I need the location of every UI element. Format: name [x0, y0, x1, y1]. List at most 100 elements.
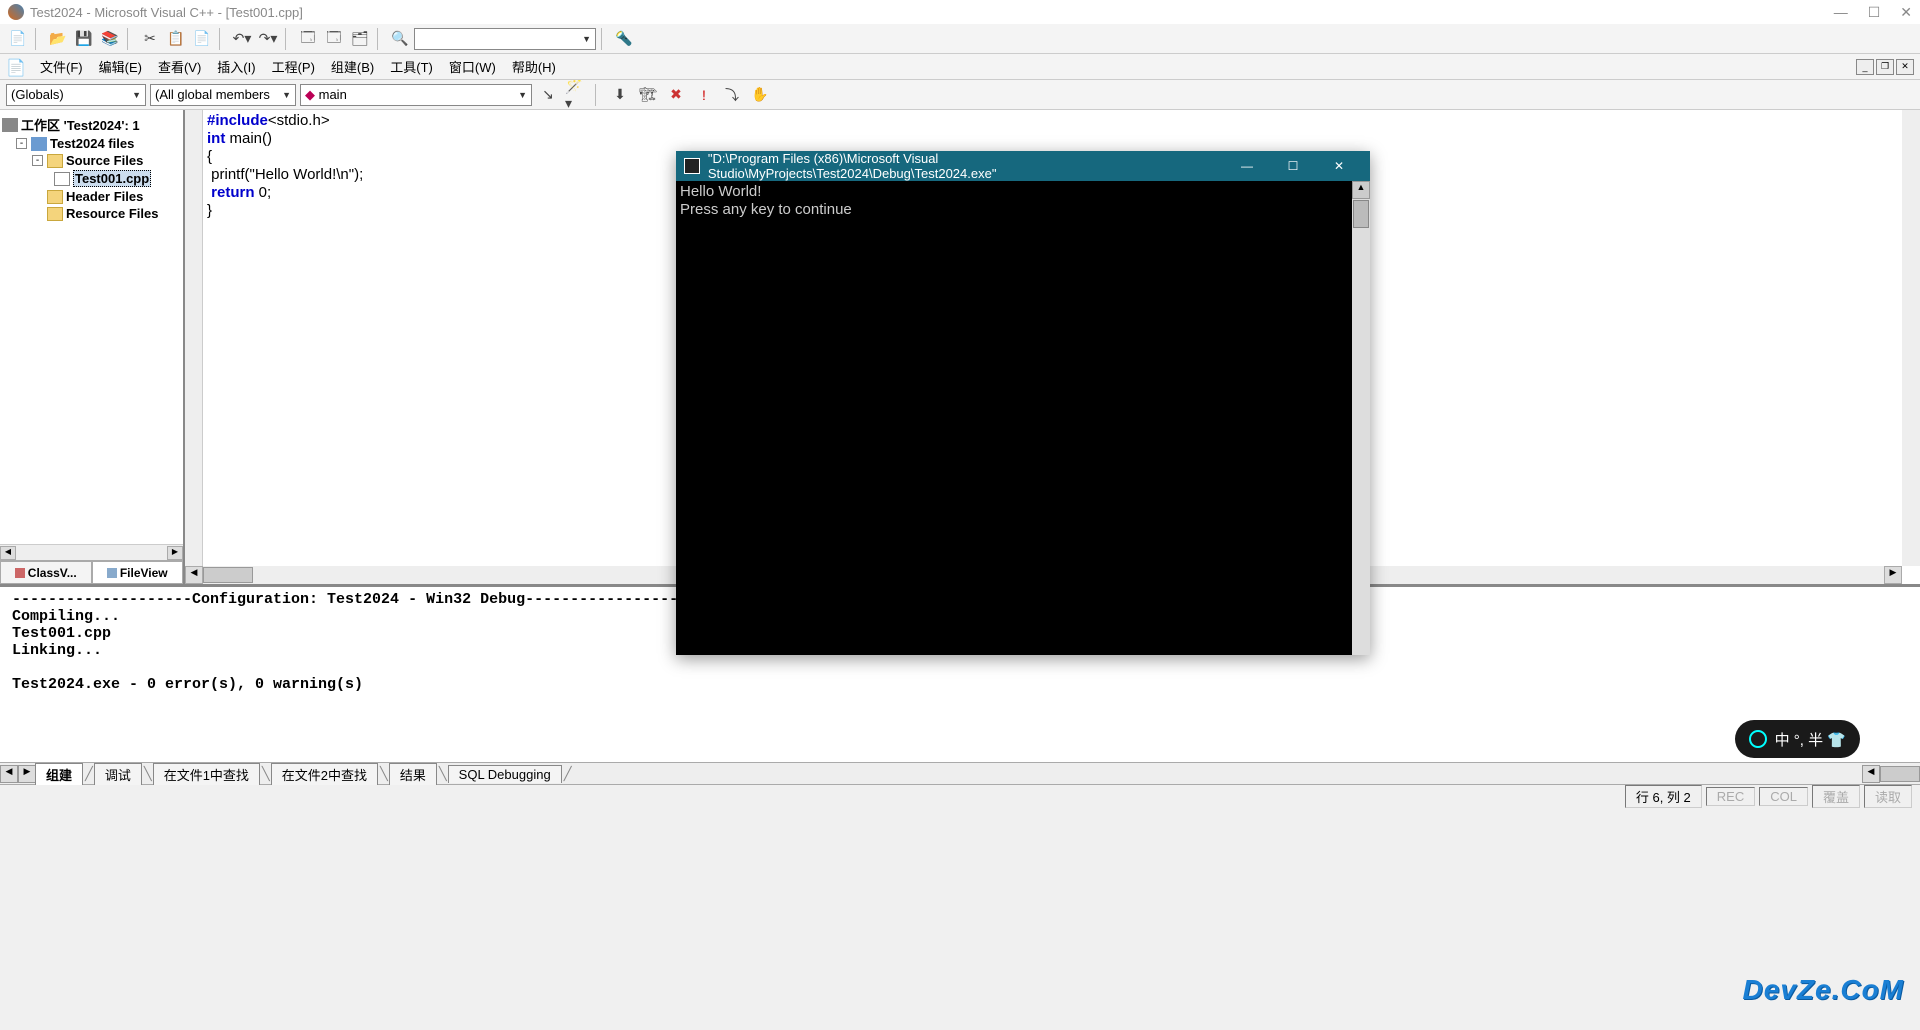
tab-fileview[interactable]: FileView: [92, 561, 184, 584]
menu-file[interactable]: 文件(F): [34, 55, 89, 78]
file-tree[interactable]: 工作区 'Test2024': 1 - Test2024 files - Sou…: [0, 110, 183, 544]
goto-button[interactable]: ↘: [536, 83, 560, 107]
menu-edit[interactable]: 编辑(E): [93, 55, 148, 78]
workspace-button[interactable]: 🗔: [296, 27, 320, 51]
search-button[interactable]: 🔦: [612, 27, 636, 51]
editor-gutter: [185, 110, 203, 566]
scroll-right-button[interactable]: ▶: [167, 546, 183, 560]
scroll-left-button[interactable]: ◀: [0, 546, 16, 560]
output-scroll-left[interactable]: ◀: [1862, 765, 1880, 783]
output-tabs: ◀ ▶ 组建 ╱ 调试 ╲ 在文件1中查找 ╲ 在文件2中查找 ╲ 结果 ╲ S…: [0, 762, 1920, 784]
wizbar-actions-button[interactable]: 🪄▾: [564, 83, 588, 107]
mdi-close-button[interactable]: ✕: [1896, 59, 1914, 75]
status-position: 行 6, 列 2: [1625, 785, 1702, 808]
output-scroll-thumb[interactable]: [1880, 766, 1920, 782]
window-title: Test2024 - Microsoft Visual C++ - [Test0…: [30, 5, 303, 20]
find-in-files-button[interactable]: 🔍: [388, 27, 412, 51]
redo-button[interactable]: ↷▾: [256, 27, 280, 51]
watermark: DevZe.CoM: [1743, 974, 1904, 1006]
members-combo[interactable]: (All global members▼: [150, 84, 296, 106]
tab-nav-left[interactable]: ◀: [0, 765, 18, 783]
go-button[interactable]: ⤵: [720, 83, 744, 107]
sidebar-hscroll[interactable]: ◀ ▶: [0, 544, 183, 560]
undo-button[interactable]: ↶▾: [230, 27, 254, 51]
output-tab-build[interactable]: 组建: [35, 763, 83, 785]
output-tab-find1[interactable]: 在文件1中查找: [153, 763, 260, 785]
tree-resource-folder[interactable]: Resource Files: [2, 205, 181, 222]
statusbar: 行 6, 列 2 REC COL 覆盖 读取: [0, 784, 1920, 808]
paste-button[interactable]: 📄: [190, 27, 214, 51]
output-tab-results[interactable]: 结果: [389, 763, 437, 785]
minimize-button[interactable]: —: [1834, 4, 1848, 21]
output-tab-debug[interactable]: 调试: [94, 763, 142, 785]
menu-view[interactable]: 查看(V): [152, 55, 207, 78]
project-icon: [31, 137, 47, 151]
stop-build-button[interactable]: ✖: [664, 83, 688, 107]
breakpoint-button[interactable]: ✋: [748, 83, 772, 107]
save-button[interactable]: 💾: [72, 27, 96, 51]
window-list-button[interactable]: 🗂: [348, 27, 372, 51]
editor-vscroll[interactable]: [1902, 110, 1920, 566]
maximize-button[interactable]: ☐: [1868, 4, 1881, 21]
tree-file-test001[interactable]: Test001.cpp: [2, 169, 181, 188]
menu-project[interactable]: 工程(P): [266, 55, 321, 78]
execute-button[interactable]: !: [692, 83, 716, 107]
cpp-file-icon: [54, 172, 70, 186]
console-output[interactable]: Hello World! Press any key to continue: [676, 181, 1370, 655]
tree-project[interactable]: - Test2024 files: [2, 135, 181, 152]
standard-toolbar: 📄 📂 💾 📚 ✂ 📋 📄 ↶▾ ↷▾ 🗔 🗔 🗂 🔍 ▼ 🔦: [0, 24, 1920, 54]
scroll-left-button[interactable]: ◀: [185, 566, 203, 584]
cut-button[interactable]: ✂: [138, 27, 162, 51]
menu-help[interactable]: 帮助(H): [506, 55, 562, 78]
menu-tools[interactable]: 工具(T): [384, 55, 439, 78]
status-read: 读取: [1864, 785, 1912, 808]
status-rec: REC: [1706, 787, 1755, 806]
find-combo[interactable]: ▼: [414, 28, 596, 50]
scroll-right-button[interactable]: ▶: [1884, 566, 1902, 584]
status-over: 覆盖: [1812, 785, 1860, 808]
tab-nav-right[interactable]: ▶: [18, 765, 36, 783]
workspace-sidebar: 工作区 'Test2024': 1 - Test2024 files - Sou…: [0, 110, 185, 584]
ime-status-icon: [1749, 730, 1767, 748]
ime-indicator[interactable]: 中 °, 半 👕: [1735, 720, 1860, 758]
console-minimize-button[interactable]: —: [1224, 151, 1270, 181]
build-button[interactable]: 🏗: [636, 83, 660, 107]
console-titlebar[interactable]: "D:\Program Files (x86)\Microsoft Visual…: [676, 151, 1370, 181]
save-all-button[interactable]: 📚: [98, 27, 122, 51]
window-titlebar: Test2024 - Microsoft Visual C++ - [Test0…: [0, 0, 1920, 24]
menu-insert[interactable]: 插入(I): [211, 55, 261, 78]
console-maximize-button[interactable]: ☐: [1270, 151, 1316, 181]
console-close-button[interactable]: ✕: [1316, 151, 1362, 181]
output-tab-find2[interactable]: 在文件2中查找: [271, 763, 378, 785]
tab-classview[interactable]: ClassV...: [0, 561, 92, 584]
close-button[interactable]: ✕: [1900, 4, 1912, 21]
copy-button[interactable]: 📋: [164, 27, 188, 51]
folder-icon: [47, 190, 63, 204]
output-button[interactable]: 🗔: [322, 27, 346, 51]
scroll-thumb[interactable]: [1353, 200, 1369, 228]
console-title-text: "D:\Program Files (x86)\Microsoft Visual…: [708, 151, 1224, 181]
scope-combo[interactable]: (Globals)▼: [6, 84, 146, 106]
tree-header-folder[interactable]: Header Files: [2, 188, 181, 205]
open-button[interactable]: 📂: [46, 27, 70, 51]
tree-source-folder[interactable]: - Source Files: [2, 152, 181, 169]
console-window[interactable]: "D:\Program Files (x86)\Microsoft Visual…: [676, 151, 1370, 655]
wizard-toolbar: (Globals)▼ (All global members▼ ◆ main▼ …: [0, 80, 1920, 110]
collapse-icon[interactable]: -: [16, 138, 27, 149]
compile-button[interactable]: ⬇: [608, 83, 632, 107]
new-file-button[interactable]: 📄: [6, 27, 30, 51]
console-icon: [684, 158, 700, 174]
scroll-thumb[interactable]: [203, 567, 253, 583]
console-vscroll[interactable]: ▲: [1352, 181, 1370, 655]
ime-text: 中 °, 半 👕: [1775, 729, 1846, 750]
tree-workspace[interactable]: 工作区 'Test2024': 1: [2, 114, 181, 135]
mdi-restore-button[interactable]: ❐: [1876, 59, 1894, 75]
output-tab-sql[interactable]: SQL Debugging: [448, 765, 562, 783]
menu-build[interactable]: 组建(B): [325, 55, 380, 78]
status-col: COL: [1759, 787, 1808, 806]
mdi-minimize-button[interactable]: _: [1856, 59, 1874, 75]
scroll-up-button[interactable]: ▲: [1352, 181, 1370, 199]
function-combo[interactable]: ◆ main▼: [300, 84, 532, 106]
menu-window[interactable]: 窗口(W): [443, 55, 502, 78]
collapse-icon[interactable]: -: [32, 155, 43, 166]
